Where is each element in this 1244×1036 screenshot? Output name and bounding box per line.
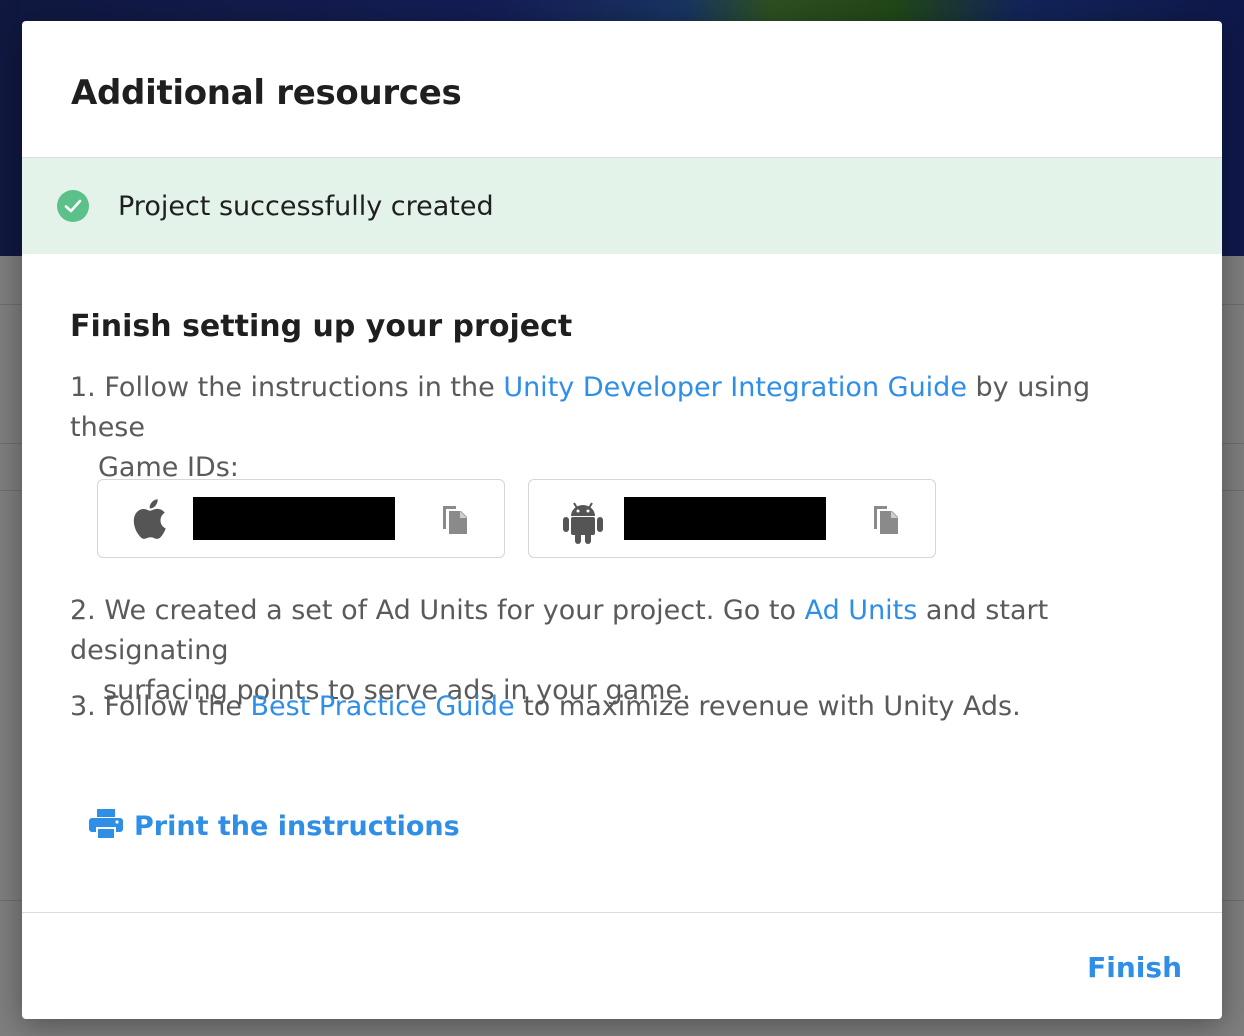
success-message: Project successfully created (118, 191, 494, 222)
best-practice-guide-link[interactable]: Best Practice Guide (251, 691, 515, 722)
print-instructions-button[interactable]: Print the instructions (88, 808, 460, 844)
print-instructions-label: Print the instructions (134, 810, 460, 842)
printer-icon (88, 808, 134, 844)
copy-icon[interactable] (871, 502, 901, 540)
unity-developer-integration-guide-link[interactable]: Unity Developer Integration Guide (503, 372, 967, 403)
dialog-title: Additional resources (71, 73, 462, 113)
additional-resources-dialog: Additional resources Project successfull… (22, 21, 1222, 1019)
finish-button[interactable]: Finish (1087, 951, 1182, 984)
ad-units-link[interactable]: Ad Units (805, 595, 918, 626)
ios-game-id-box (97, 479, 505, 558)
step-text: to maximize revenue with Unity Ads. (514, 691, 1021, 722)
apple-icon (131, 499, 167, 543)
step-text: Follow the (104, 691, 251, 722)
section-title: Finish setting up your project (70, 309, 573, 344)
dialog-header: Additional resources (22, 21, 1222, 158)
android-icon (562, 499, 604, 549)
copy-icon[interactable] (440, 502, 470, 540)
check-circle-icon (57, 190, 89, 222)
step-number: 3. (70, 691, 96, 722)
success-banner: Project successfully created (22, 158, 1222, 254)
step-3: 3. Follow the Best Practice Guide to max… (70, 687, 1190, 727)
redacted-game-id (624, 497, 826, 540)
step-number: 1. (70, 372, 96, 403)
step-1: 1. Follow the instructions in the Unity … (70, 368, 1170, 488)
redacted-game-id (193, 497, 395, 540)
android-game-id-box (528, 479, 936, 558)
step-text: We created a set of Ad Units for your pr… (104, 595, 805, 626)
step-number: 2. (70, 595, 96, 626)
step-text: Follow the instructions in the (104, 372, 504, 403)
dialog-footer: Finish (22, 912, 1222, 1019)
